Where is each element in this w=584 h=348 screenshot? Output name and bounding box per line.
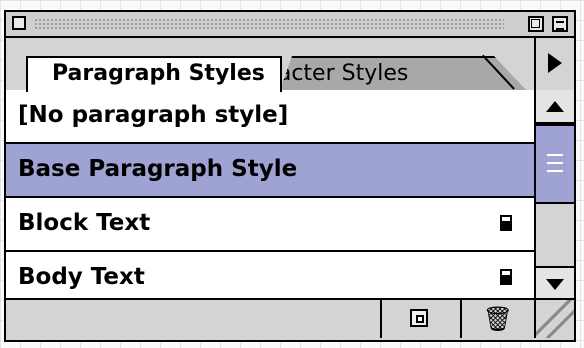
paragraph-styles-palette: Character Styles Paragraph Styles [No pa… [4, 10, 576, 342]
list-item[interactable]: Body Text [6, 252, 534, 300]
zoom-box-icon[interactable] [528, 16, 544, 32]
style-document-icon [500, 269, 512, 285]
close-box-icon[interactable] [12, 16, 26, 30]
scroll-thumb[interactable] [536, 124, 574, 204]
list-item[interactable]: Base Paragraph Style [6, 144, 534, 198]
tab-character-styles-label: Character Styles [280, 61, 409, 86]
style-name: Body Text [18, 264, 145, 290]
style-document-icon [500, 215, 512, 231]
new-style-icon[interactable] [380, 300, 460, 338]
tab-strip: Character Styles Paragraph Styles [6, 38, 574, 92]
trash-icon[interactable]: 🗑 [460, 300, 534, 338]
collapse-box-icon[interactable] [552, 16, 568, 32]
palette-menu-triangle-icon[interactable] [534, 38, 574, 90]
list-item[interactable]: [No paragraph style] [6, 90, 534, 144]
tab-paragraph-styles[interactable]: Paragraph Styles [26, 56, 282, 92]
list-item[interactable]: Block Text [6, 198, 534, 252]
vertical-scrollbar[interactable] [534, 90, 574, 300]
scroll-up-arrow-icon[interactable] [536, 90, 574, 124]
style-name: [No paragraph style] [18, 102, 289, 128]
palette-bottom-bar: 🗑 [6, 298, 574, 340]
style-name: Block Text [18, 210, 151, 236]
scroll-down-arrow-icon[interactable] [536, 266, 574, 300]
title-bar-grip[interactable] [34, 18, 504, 30]
style-name: Base Paragraph Style [18, 156, 298, 182]
palette-title-bar[interactable] [6, 12, 574, 38]
styles-list: [No paragraph style] Base Paragraph Styl… [6, 90, 534, 300]
resize-grip-icon[interactable] [534, 300, 574, 338]
